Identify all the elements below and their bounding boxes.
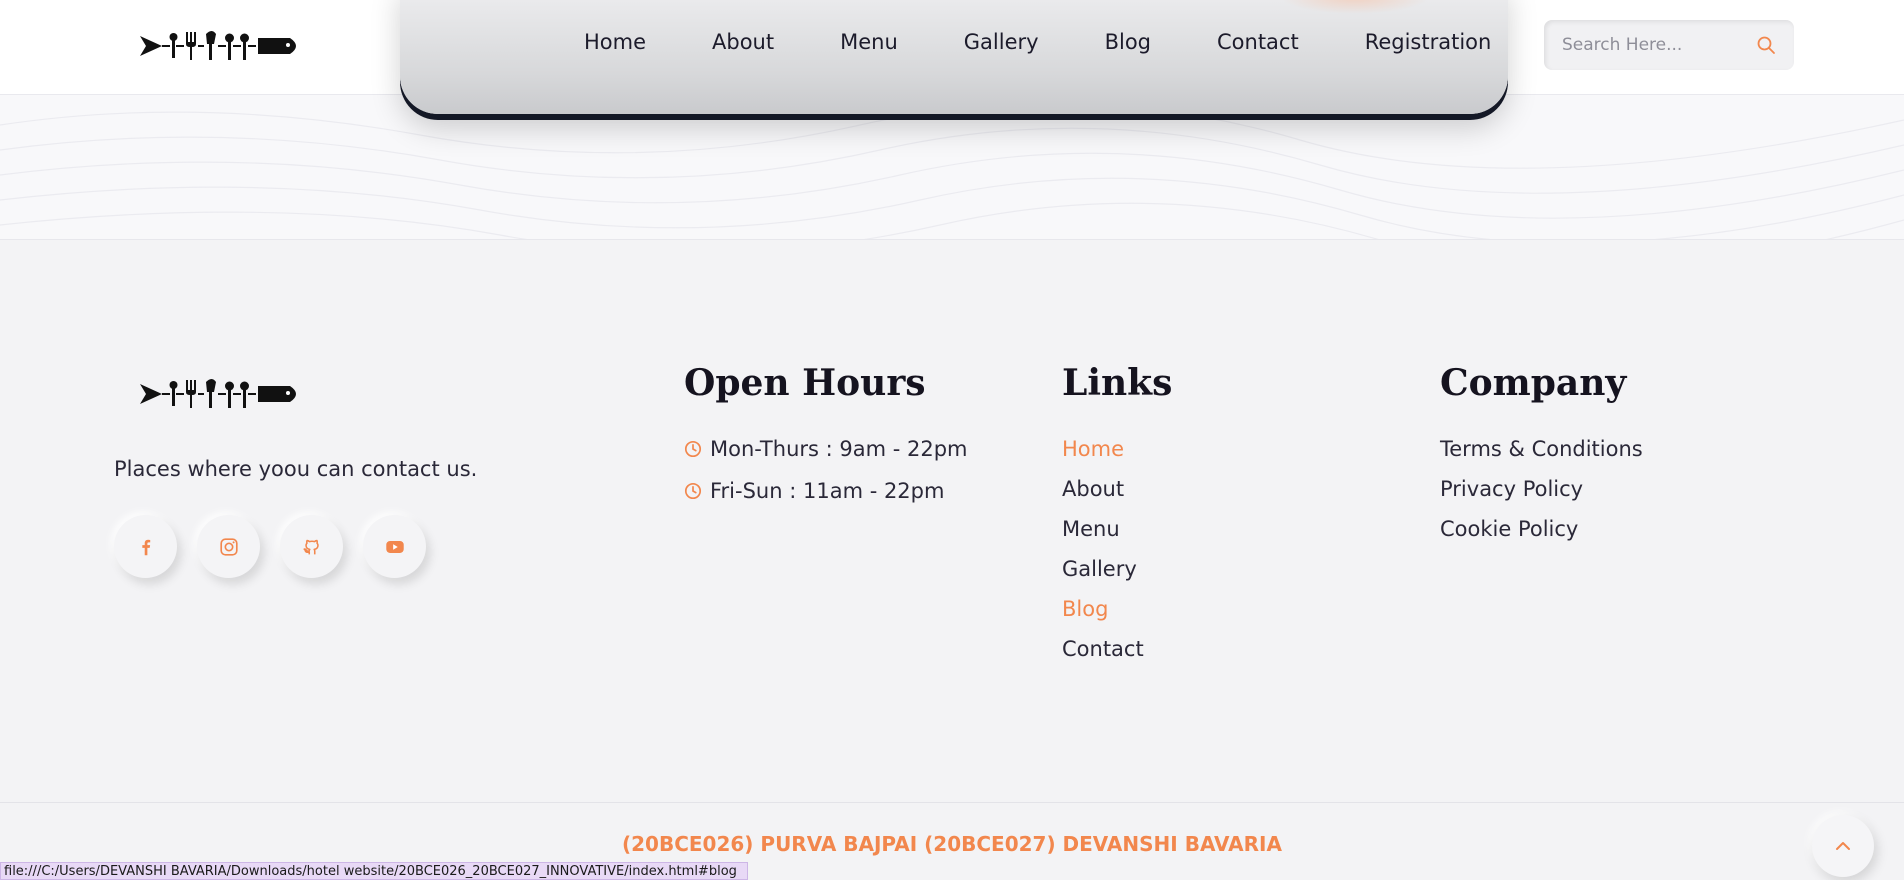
- instagram-button[interactable]: [197, 515, 260, 578]
- footer-credits: (20BCE026) PURVA BAJPAI (20BCE027) DEVAN…: [622, 832, 1282, 856]
- nav-home[interactable]: Home: [584, 30, 646, 54]
- company-title: Company: [1440, 362, 1627, 404]
- facebook-button[interactable]: [114, 515, 177, 578]
- nav-blog[interactable]: Blog: [1105, 30, 1151, 54]
- footer-logo-icon[interactable]: [140, 374, 302, 414]
- footer-link-blog[interactable]: Blog: [1062, 597, 1108, 621]
- main-nav: Home About Menu Gallery Blog Contact Reg…: [584, 30, 1491, 54]
- links-title: Links: [1062, 362, 1173, 404]
- hours-item: Mon-Thurs : 9am - 22pm: [684, 437, 968, 461]
- logo-icon[interactable]: [140, 28, 302, 64]
- decorative-band: [0, 95, 1904, 240]
- footer-link-menu[interactable]: Menu: [1062, 517, 1120, 541]
- nav-registration[interactable]: Registration: [1365, 30, 1492, 54]
- nav-gallery[interactable]: Gallery: [964, 30, 1039, 54]
- open-hours-title: Open Hours: [684, 362, 926, 404]
- hours-text: Mon-Thurs : 9am - 22pm: [710, 437, 968, 461]
- youtube-icon: [385, 540, 404, 553]
- search-input[interactable]: [1562, 32, 1752, 58]
- clock-icon: [684, 482, 702, 500]
- social-links: [114, 515, 426, 578]
- footer-tagline: Places where yoou can contact us.: [114, 457, 478, 481]
- nav-about[interactable]: About: [712, 30, 774, 54]
- nav-panel-backdrop: [400, 0, 1508, 114]
- clock-icon: [684, 440, 702, 458]
- footer-link-gallery[interactable]: Gallery: [1062, 557, 1137, 581]
- nav-menu[interactable]: Menu: [840, 30, 898, 54]
- footer-link-home[interactable]: Home: [1062, 437, 1124, 461]
- hours-text: Fri-Sun : 11am - 22pm: [710, 479, 945, 503]
- footer-divider: [0, 802, 1904, 803]
- facebook-icon: [141, 539, 150, 555]
- instagram-icon: [219, 537, 238, 556]
- chevron-up-icon: [1836, 842, 1850, 850]
- hours-item: Fri-Sun : 11am - 22pm: [684, 479, 944, 503]
- footer-link-about[interactable]: About: [1062, 477, 1124, 501]
- footer-link-cookie[interactable]: Cookie Policy: [1440, 517, 1578, 541]
- site-header: Home About Menu Gallery Blog Contact Reg…: [0, 0, 1904, 114]
- nav-panel-glow: [1280, 0, 1430, 14]
- wave-pattern: [0, 102, 1904, 239]
- footer-link-privacy[interactable]: Privacy Policy: [1440, 477, 1583, 501]
- nav-contact[interactable]: Contact: [1217, 30, 1299, 54]
- back-to-top-button[interactable]: [1812, 815, 1874, 877]
- github-icon: [302, 539, 319, 554]
- search-icon[interactable]: [1756, 35, 1776, 55]
- search-box: [1544, 20, 1794, 70]
- browser-status-bar: file:///C:/Users/DEVANSHI BAVARIA/Downlo…: [0, 862, 748, 880]
- footer-link-terms[interactable]: Terms & Conditions: [1440, 437, 1643, 461]
- footer-link-contact[interactable]: Contact: [1062, 637, 1144, 661]
- github-button[interactable]: [280, 515, 343, 578]
- youtube-button[interactable]: [363, 515, 426, 578]
- footer-links-list: Home About Menu Gallery Blog Contact: [1062, 437, 1144, 677]
- company-links-list: Terms & Conditions Privacy Policy Cookie…: [1440, 437, 1643, 557]
